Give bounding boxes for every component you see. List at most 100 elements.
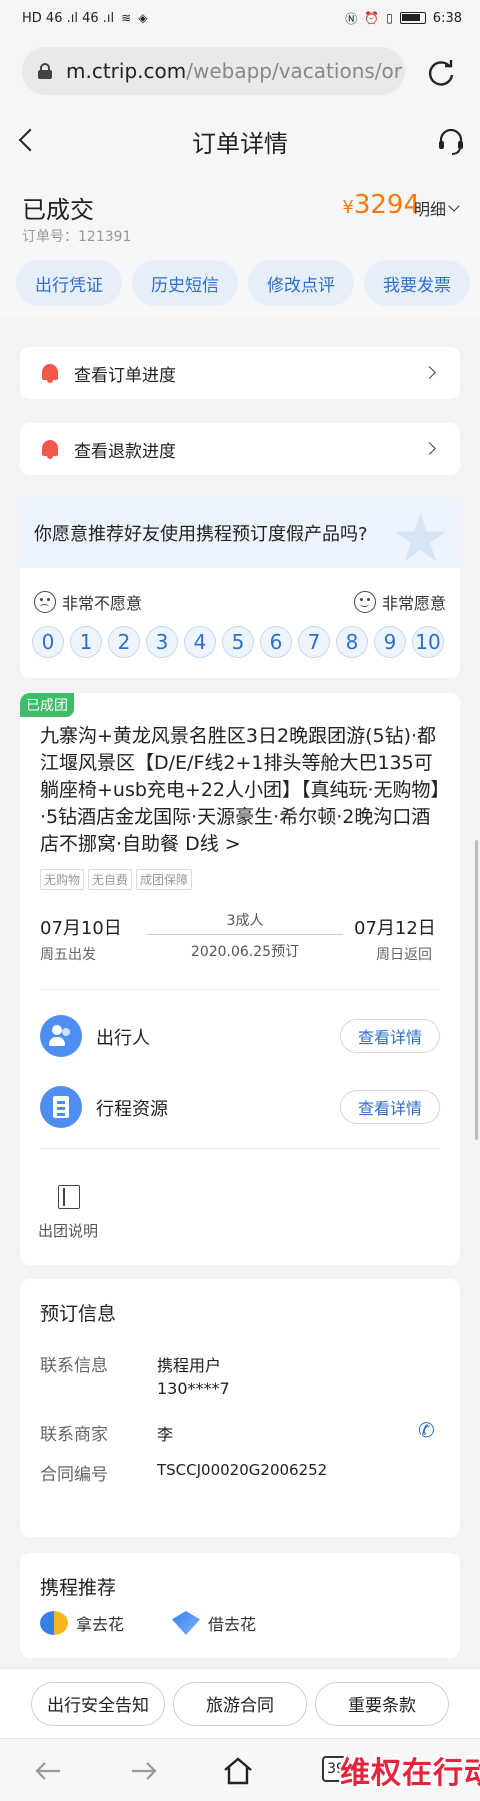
score-2[interactable]: 2 <box>108 626 140 658</box>
browser-toolbar: m.ctrip.com/webapp/vacations/or <box>0 36 480 106</box>
bottom-action-bar: 出行安全告知 旅游合同 重要条款 <box>0 1668 480 1738</box>
score-3[interactable]: 3 <box>146 626 178 658</box>
recommend-item-naquhua[interactable]: 拿去花 <box>40 1611 124 1635</box>
nfc-icon: Ⓝ <box>345 11 358 26</box>
edit-review-button[interactable]: 修改点评 <box>248 260 354 306</box>
booked-date: 2020.06.25预订 <box>190 944 300 960</box>
order-status: 已成交 <box>22 196 94 224</box>
address-bar[interactable]: m.ctrip.com/webapp/vacations/or <box>22 47 405 95</box>
watermark-overlay: 维权在行动 <box>340 1756 480 1791</box>
recommend-survey: 你愿意推荐好友使用携程预订度假产品吗? ★ 非常不愿意 非常愿意 0 1 2 3… <box>20 498 460 678</box>
travel-contract-button[interactable]: 旅游合同 <box>173 1681 307 1726</box>
customer-service-icon[interactable] <box>436 126 466 156</box>
back-arrow-icon[interactable] <box>32 1755 64 1787</box>
traveler-label: 出行人 <box>96 1028 150 1049</box>
tour-notes-label[interactable]: 出团说明 <box>38 1220 98 1241</box>
survey-scale-labels: 非常不愿意 非常愿意 <box>34 590 446 614</box>
product-card: 已成团 九寨沟+黄龙风景名胜区3日2晚跟团游(5钻)·都江堰风景区【D/E/F线… <box>20 693 460 1265</box>
recommend-title: 携程推荐 <box>40 1577 117 1599</box>
star-icon: ★ <box>390 500 450 569</box>
contract-label: 合同编号 <box>40 1465 108 1485</box>
survey-question-banner: 你愿意推荐好友使用携程预订度假产品吗? ★ <box>20 498 460 568</box>
contract-number: TSCCJ00020G2006252 <box>157 1461 328 1479</box>
booking-info-card: 预订信息 联系信息 携程用户 130****7 联系商家 李 ✆ 合同编号 TS… <box>20 1279 460 1537</box>
status-bar: HD 46 .ıl 46 .ıl ≋ ◈ Ⓝ ⏰ ▯ 6:38 <box>0 0 480 36</box>
invoice-button[interactable]: 我要发票 <box>364 260 470 306</box>
tag-no-extra-cost: 无自费 <box>88 869 133 890</box>
score-7[interactable]: 7 <box>298 626 330 658</box>
order-summary: 已成交 订单号：121391 ¥3294 明细 出行凭证 历史短信 修改点评 我… <box>0 178 480 318</box>
score-10[interactable]: 10 <box>412 626 444 658</box>
travel-voucher-button[interactable]: 出行凭证 <box>16 260 122 306</box>
book-icon[interactable] <box>58 1185 80 1209</box>
product-tags: 无购物 无自费 成团保障 <box>40 869 193 890</box>
group-formed-badge: 已成团 <box>20 693 74 717</box>
phone-icon[interactable]: ✆ <box>418 1420 438 1440</box>
naquhua-logo-icon <box>40 1611 68 1635</box>
tag-no-shopping: 无购物 <box>40 869 85 890</box>
url-path: /webapp/vacations/or <box>186 59 402 83</box>
quick-actions: 出行凭证 历史短信 修改点评 我要发票 <box>16 260 470 306</box>
itinerary-resource-label: 行程资源 <box>96 1099 168 1120</box>
score-8[interactable]: 8 <box>336 626 368 658</box>
jiequhua-logo-icon <box>172 1611 200 1635</box>
score-6[interactable]: 6 <box>260 626 292 658</box>
chevron-down-icon <box>448 200 460 212</box>
scrollbar[interactable] <box>475 840 478 1140</box>
contact-label: 联系信息 <box>40 1356 108 1376</box>
low-label: 非常不愿意 <box>34 590 142 614</box>
score-1[interactable]: 1 <box>70 626 102 658</box>
tag-group-guarantee: 成团保障 <box>136 869 193 890</box>
clock: 6:38 <box>432 10 462 26</box>
divider <box>40 1148 440 1149</box>
order-progress-label: 查看订单进度 <box>74 365 176 386</box>
important-terms-button[interactable]: 重要条款 <box>315 1681 449 1726</box>
order-price: ¥3294 <box>342 190 420 220</box>
reload-icon[interactable] <box>426 58 456 88</box>
traveler-count: 3成人 <box>226 913 264 929</box>
end-weekday: 周日返回 <box>376 947 432 963</box>
recommend-item-jiequhua[interactable]: 借去花 <box>172 1611 256 1635</box>
forward-arrow-icon[interactable] <box>128 1755 160 1787</box>
wifi-icon: ≋ <box>121 11 132 25</box>
bell-icon <box>40 438 60 460</box>
start-weekday: 周五出发 <box>40 947 96 963</box>
chevron-right-icon <box>423 366 436 379</box>
contact-phone: 130****7 <box>157 1379 230 1398</box>
end-date: 07月12日 <box>354 918 436 939</box>
traveler-icon <box>40 1015 82 1057</box>
score-scale: 0 1 2 3 4 5 6 7 8 9 10 <box>32 626 444 658</box>
refund-progress-label: 查看退款进度 <box>74 441 176 462</box>
shield-icon: ◈ <box>138 11 148 25</box>
chevron-right-icon <box>423 442 436 455</box>
vibrate-icon: ▯ <box>386 11 393 25</box>
itinerary-resource-icon <box>40 1086 82 1128</box>
url-host: m.ctrip.com <box>66 59 187 83</box>
refund-progress-row[interactable]: 查看退款进度 <box>20 423 460 475</box>
page-title: 订单详情 <box>192 130 288 158</box>
order-progress-row[interactable]: 查看订单进度 <box>20 347 460 399</box>
alarm-icon: ⏰ <box>364 11 380 25</box>
price-detail-link[interactable]: 明细 <box>414 196 460 220</box>
order-number: 订单号：121391 <box>22 229 132 245</box>
sms-history-button[interactable]: 历史短信 <box>132 260 238 306</box>
safety-notice-button[interactable]: 出行安全告知 <box>31 1681 165 1726</box>
ctrip-recommend-card: 携程推荐 拿去花 借去花 <box>20 1553 460 1658</box>
traveler-details-button[interactable]: 查看详情 <box>340 1019 440 1053</box>
resource-details-button[interactable]: 查看详情 <box>340 1090 440 1124</box>
lock-icon <box>38 63 52 79</box>
network-indicators: HD 46 .ıl 46 .ıl <box>22 10 115 26</box>
merchant-label: 联系商家 <box>40 1425 108 1445</box>
score-5[interactable]: 5 <box>222 626 254 658</box>
survey-question: 你愿意推荐好友使用携程预订度假产品吗? <box>34 524 368 545</box>
product-title[interactable]: 九寨沟+黄龙风景名胜区3日2晚跟团游(5钻)·都江堰风景区【D/E/F线2+1排… <box>40 723 445 858</box>
score-0[interactable]: 0 <box>32 626 64 658</box>
home-icon[interactable] <box>222 1755 254 1787</box>
page-header: 订单详情 <box>0 106 480 178</box>
score-4[interactable]: 4 <box>184 626 216 658</box>
bell-icon <box>40 362 60 384</box>
happy-face-icon <box>353 591 376 613</box>
score-9[interactable]: 9 <box>374 626 406 658</box>
date-divider <box>147 934 343 935</box>
start-date: 07月10日 <box>40 918 122 939</box>
